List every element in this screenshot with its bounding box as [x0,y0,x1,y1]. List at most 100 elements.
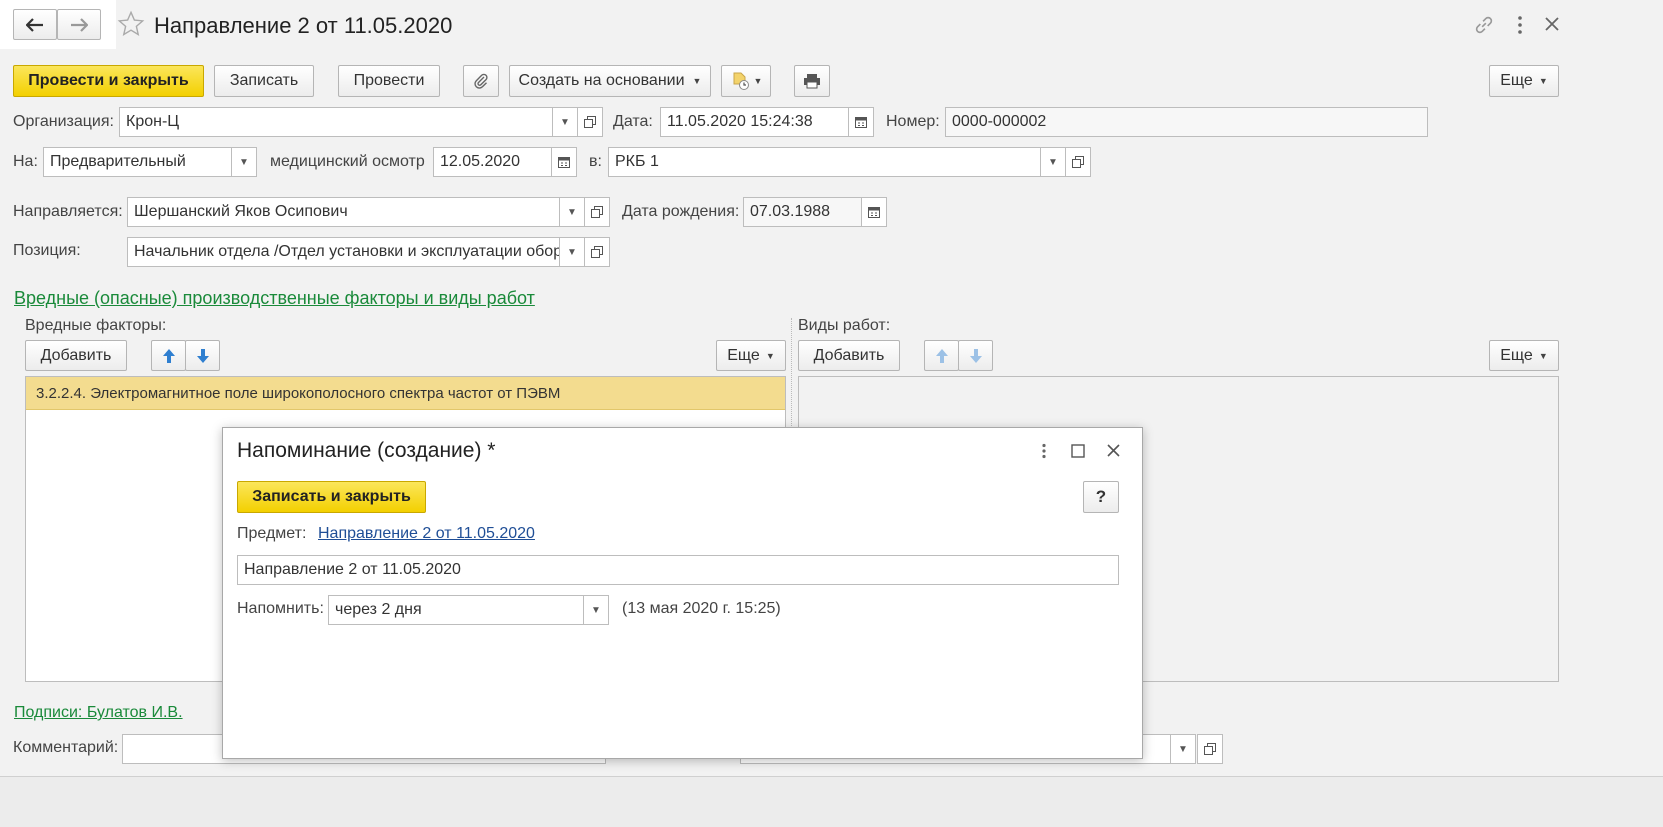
maximize-icon[interactable] [1071,444,1085,458]
reminder-dialog [222,427,1143,759]
clinic-open[interactable] [1065,147,1091,177]
birth-date-calendar[interactable] [861,197,887,227]
works-add-button[interactable]: Добавить [798,340,900,371]
exam-date-calendar[interactable] [551,147,577,177]
star-icon[interactable] [117,10,145,38]
signatures-link[interactable]: Подписи: Булатов И.В. [14,704,183,722]
chevron-down-icon: ▼ [765,350,775,361]
more-button[interactable]: Еще ▼ [1489,65,1559,97]
subject-link[interactable]: Направление 2 от 11.05.2020 [318,525,535,543]
factors-more-button[interactable]: Еще ▼ [716,340,786,371]
works-move-down-button[interactable] [958,340,993,371]
calendar-icon [868,206,880,218]
works-more-button[interactable]: Еще ▼ [1489,340,1559,371]
chevron-down-icon: ▼ [1538,350,1548,361]
arrow-down-icon [196,348,210,364]
factors-add-button[interactable]: Добавить [25,340,127,371]
dialog-close-icon[interactable] [1107,444,1120,457]
printer-icon [803,73,821,89]
remind-when-text: (13 мая 2020 г. 15:25) [622,600,781,617]
table-row[interactable]: 3.2.2.4. Электромагнитное поле широкопол… [26,377,785,410]
remind-field[interactable]: через 2 дня [328,595,585,625]
number-label: Номер: [886,113,940,130]
position-label: Позиция: [13,242,81,259]
arrow-right-icon [70,17,88,32]
employee-field[interactable]: Шершанский Яков Осипович [127,197,561,227]
link-icon[interactable] [1473,14,1495,36]
date-label: Дата: [613,113,653,130]
back-button[interactable] [13,9,57,40]
date-field[interactable]: 11.05.2020 15:24:38 [660,107,850,137]
open-icon [591,206,603,218]
exam-label: медицинский осмотр [270,153,425,170]
subject-label: Предмет: [237,525,307,542]
save-and-close-button[interactable]: Записать и закрыть [237,481,426,513]
arrow-up-icon [935,348,949,364]
create-based-label: Создать на основании [518,72,685,89]
position-field[interactable]: Начальник отдела /Отдел установки и эксп… [127,237,561,267]
open-icon [1204,743,1216,755]
to-label: На: [13,153,38,170]
help-button[interactable]: ? [1083,481,1119,513]
responsible-open[interactable] [1197,734,1223,764]
save-button[interactable]: Записать [214,65,314,97]
section-title-link[interactable]: Вредные (опасные) производственные факто… [14,288,535,309]
document-clock-icon [730,71,750,91]
org-label: Организация: [13,113,114,130]
factors-move-down-button[interactable] [185,340,220,371]
forward-button[interactable] [57,9,101,40]
factors-label: Вредные факторы: [25,317,167,334]
position-dropdown[interactable]: ▼ [559,237,585,267]
bottom-panel-strip [0,776,1663,827]
position-open[interactable] [584,237,610,267]
exam-date-field[interactable]: 12.05.2020 [433,147,553,177]
exam-type-dropdown[interactable]: ▼ [231,147,257,177]
chevron-down-icon: ▼ [1048,156,1058,168]
print-button[interactable] [794,65,830,97]
factors-move-up-button[interactable] [151,340,186,371]
birth-date-field[interactable]: 07.03.1988 [743,197,863,227]
factors-more-label: Еще [727,346,760,364]
employee-dropdown[interactable]: ▼ [559,197,585,227]
number-field[interactable]: 0000-000002 [945,107,1428,137]
works-label: Виды работ: [798,317,891,334]
responsible-dropdown[interactable]: ▼ [1170,734,1196,764]
in-label: в: [589,153,602,170]
birth-label: Дата рождения: [622,203,740,220]
works-move-up-button[interactable] [924,340,959,371]
open-icon [584,116,596,128]
more-vert-icon[interactable] [1515,15,1525,35]
clinic-field[interactable]: РКБ 1 [608,147,1042,177]
org-field[interactable]: Крон-Ц [119,107,554,137]
factor-row-text: 3.2.2.4. Электромагнитное поле широкопол… [36,384,561,402]
chevron-down-icon: ▼ [1178,743,1188,755]
open-icon [1072,156,1084,168]
attach-button[interactable] [463,65,499,97]
close-icon[interactable] [1545,17,1559,31]
reminder-text-field[interactable]: Направление 2 от 11.05.2020 [237,555,1119,585]
post-button[interactable]: Провести [338,65,440,97]
open-icon [591,246,603,258]
chevron-down-icon: ▼ [591,604,601,616]
org-open[interactable] [577,107,603,137]
chevron-down-icon: ▼ [567,246,577,258]
post-and-close-button[interactable]: Провести и закрыть [13,65,204,97]
employee-open[interactable] [584,197,610,227]
sent-label: Направляется: [13,203,123,220]
org-dropdown[interactable]: ▼ [552,107,578,137]
chevron-down-icon: ▼ [567,206,577,218]
chevron-down-icon: ▼ [692,76,702,86]
clinic-dropdown[interactable]: ▼ [1040,147,1066,177]
date-calendar[interactable] [848,107,874,137]
create-based-button[interactable]: Создать на основании ▼ [509,65,711,97]
exam-type-field[interactable]: Предварительный [43,147,233,177]
paperclip-icon [473,72,489,90]
arrow-left-icon [26,17,44,32]
chevron-down-icon: ▼ [753,76,763,86]
dialog-more-vert-icon[interactable] [1040,443,1048,459]
document-actions-button[interactable]: ▼ [721,65,771,97]
comment-label: Комментарий: [13,739,119,756]
remind-label: Напомнить: [237,600,324,617]
remind-dropdown[interactable]: ▼ [583,595,609,625]
calendar-icon [855,116,867,128]
